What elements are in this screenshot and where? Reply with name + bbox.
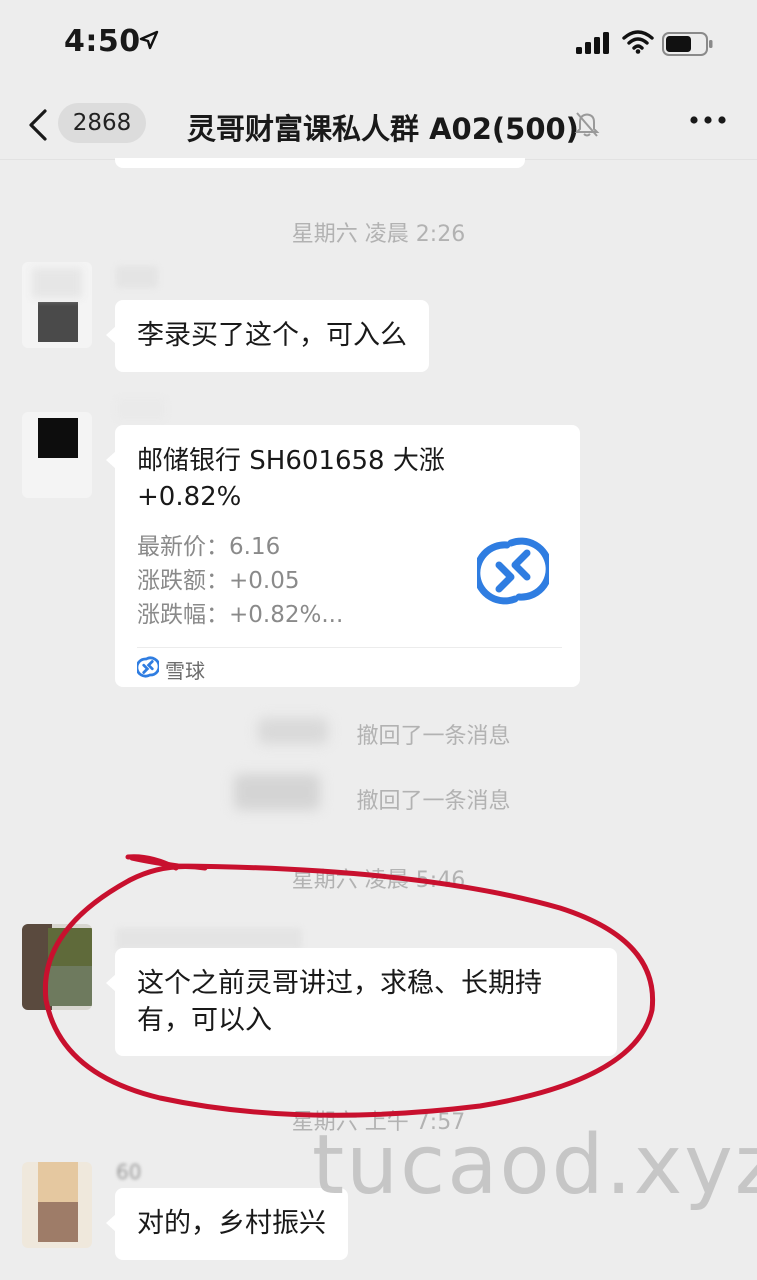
status-time: 4:50 bbox=[64, 24, 141, 59]
back-chevron-icon[interactable] bbox=[26, 108, 50, 142]
battery-icon bbox=[662, 32, 713, 56]
change-amount-value: +0.05 bbox=[229, 568, 300, 594]
avatar[interactable] bbox=[22, 1162, 92, 1248]
card-title: 邮储银行 SH601658 大涨 +0.82% bbox=[137, 446, 445, 512]
sender-name bbox=[116, 266, 158, 288]
sender-name bbox=[116, 928, 302, 950]
change-pct-label: 涨跌幅： bbox=[137, 602, 229, 628]
unread-count-badge[interactable]: 2868 bbox=[58, 103, 146, 143]
sender-name bbox=[116, 398, 166, 420]
xueqiu-small-icon bbox=[137, 656, 159, 678]
card-source-label: 雪球 bbox=[165, 659, 205, 683]
recall-notice: 撤回了一条消息 bbox=[356, 789, 511, 814]
previous-message-bubble bbox=[115, 158, 525, 168]
timestamp-label: 星期六 凌晨 2:26 bbox=[291, 222, 466, 247]
message-bubble[interactable]: 这个之前灵哥讲过，求稳、长期持有，可以入 bbox=[106, 948, 617, 1056]
latest-price-value: 6.16 bbox=[229, 534, 281, 560]
avatar[interactable] bbox=[22, 924, 92, 1010]
more-options-icon[interactable] bbox=[688, 114, 728, 126]
message-text: 这个之前灵哥讲过，求稳、长期持有，可以入 bbox=[137, 968, 542, 1036]
card-divider bbox=[137, 647, 562, 648]
latest-price-label: 最新价： bbox=[137, 534, 229, 560]
wifi-icon bbox=[622, 30, 654, 54]
xueqiu-logo-icon bbox=[477, 537, 549, 605]
chat-header: 2868 灵哥财富课私人群 A02(500) bbox=[0, 88, 757, 160]
location-arrow-icon bbox=[139, 30, 159, 50]
sender-name: 60 bbox=[116, 1160, 142, 1184]
card-latest-price-row: 最新价：6.16 bbox=[137, 527, 280, 561]
stock-share-card[interactable]: 邮储银行 SH601658 大涨 +0.82% 最新价：6.16 涨跌额：+0.… bbox=[106, 425, 580, 687]
mute-bell-icon bbox=[574, 112, 600, 137]
message-text: 李录买了这个，可入么 bbox=[137, 320, 407, 351]
message-text: 对的，乡村振兴 bbox=[137, 1208, 326, 1239]
cellular-signal-icon bbox=[576, 32, 609, 54]
timestamp-label: 星期六 凌晨 5:46 bbox=[291, 868, 466, 893]
status-bar: 4:50 bbox=[0, 0, 757, 88]
avatar[interactable] bbox=[22, 412, 92, 498]
avatar[interactable] bbox=[22, 262, 92, 348]
card-change-amount-row: 涨跌额：+0.05 bbox=[137, 561, 299, 595]
change-pct-value: +0.82%... bbox=[229, 602, 344, 628]
message-bubble[interactable]: 李录买了这个，可入么 bbox=[106, 300, 429, 372]
change-amount-label: 涨跌额： bbox=[137, 568, 229, 594]
chat-title: 灵哥财富课私人群 A02(500) bbox=[187, 112, 579, 146]
recall-notice: 撤回了一条消息 bbox=[356, 724, 511, 749]
watermark-text: tucaod.xyz bbox=[312, 1118, 757, 1213]
card-change-pct-row: 涨跌幅：+0.82%... bbox=[137, 595, 343, 629]
